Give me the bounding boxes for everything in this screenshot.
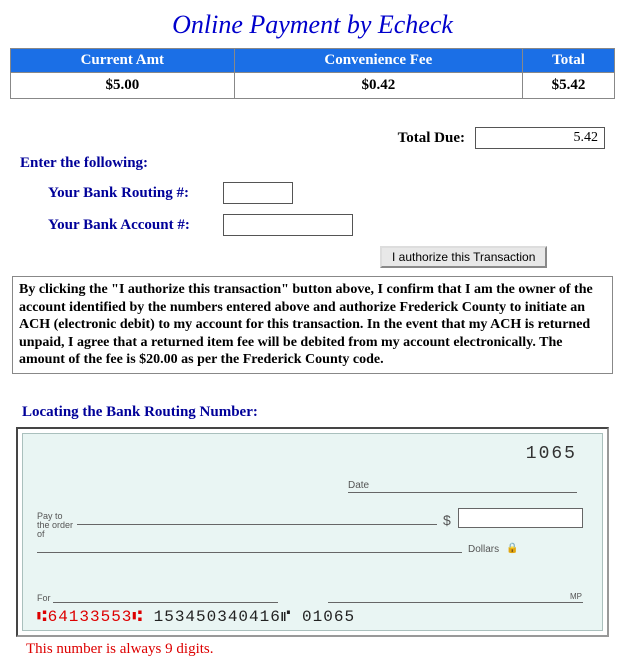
td-convenience-fee: $0.42 <box>234 73 522 99</box>
th-convenience-fee: Convenience Fee <box>234 49 522 73</box>
check-dollar-sign: $ <box>443 512 451 528</box>
total-due-label: Total Due: <box>398 130 465 147</box>
th-total: Total <box>522 49 614 73</box>
locating-routing-label: Locating the Bank Routing Number: <box>22 404 615 421</box>
check-micr-line: ⑆64133553⑆ 153450340416⑈ 01065 <box>37 608 355 626</box>
check-number: 1065 <box>526 444 577 464</box>
td-total: $5.42 <box>522 73 614 99</box>
routing-label: Your Bank Routing #: <box>48 185 223 202</box>
check-image-frame: 1065 Date Pay to the order of $ Dollars … <box>16 427 609 637</box>
check-mp-label: MP <box>570 592 582 601</box>
check-for-label: For <box>37 593 51 603</box>
check-dollars-label: Dollars <box>468 544 499 555</box>
account-input[interactable] <box>223 214 353 236</box>
page-title: Online Payment by Echeck <box>10 10 615 40</box>
routing-input[interactable] <box>223 182 293 204</box>
account-label: Your Bank Account #: <box>48 217 223 234</box>
check-date-line: Date <box>348 480 577 493</box>
check-payto-line <box>77 524 437 525</box>
th-current-amt: Current Amt <box>11 49 235 73</box>
micr-rest: 153450340416⑈ 01065 <box>143 608 355 626</box>
td-current-amt: $5.00 <box>11 73 235 99</box>
check-signature-line <box>328 602 583 603</box>
check-amount-box <box>458 508 583 528</box>
total-due-value: 5.42 <box>475 127 605 149</box>
disclosure-text: By clicking the "I authorize this transa… <box>12 276 613 374</box>
sample-check: 1065 Date Pay to the order of $ Dollars … <box>22 433 603 631</box>
micr-routing: ⑆64133553⑆ <box>37 608 143 626</box>
check-amount-line <box>37 552 462 553</box>
enter-following-label: Enter the following: <box>20 155 615 172</box>
check-for-line <box>53 602 278 603</box>
amount-table: Current Amt Convenience Fee Total $5.00 … <box>10 48 615 99</box>
authorize-button[interactable]: I authorize this Transaction <box>380 246 547 268</box>
check-payto-label: Pay to the order of <box>37 512 77 539</box>
lock-icon: 🔒 <box>506 543 518 554</box>
